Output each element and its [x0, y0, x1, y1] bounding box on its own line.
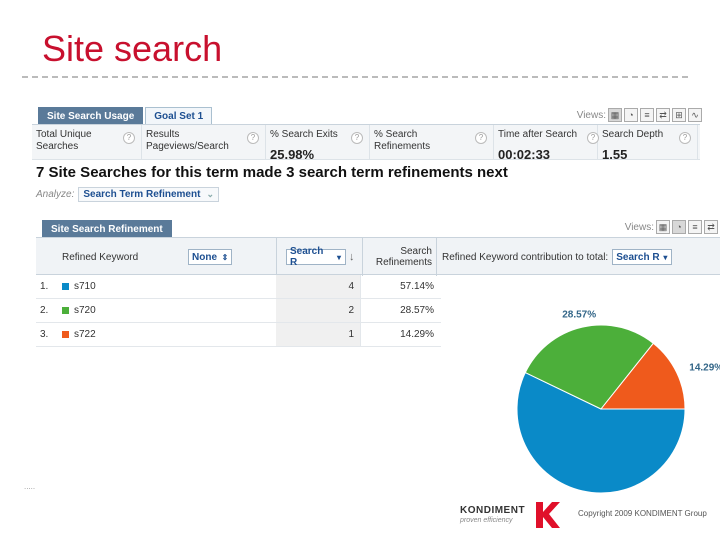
pie-label-s720: 28.57%	[562, 309, 596, 320]
analyze-control: Analyze: Search Term Refinement ⌄	[36, 187, 219, 202]
metric-value: 1.55	[602, 147, 628, 162]
series-swatch	[62, 331, 69, 338]
tab-goal-set-1[interactable]: Goal Set 1	[145, 107, 213, 124]
segment-select[interactable]: None ⇕	[188, 249, 232, 265]
metric-time-after-search: Time after Search 00:02:33 ?	[494, 125, 599, 162]
panel-tabs: Site Search Refinement	[42, 220, 174, 237]
sparkline-view-icon[interactable]: ∿	[688, 108, 702, 122]
row-number: 3.	[40, 329, 49, 340]
logo-name: KONDIMENT	[460, 505, 526, 516]
refined-keyword-link[interactable]: s710	[74, 281, 96, 292]
metric-value: 00:02:33	[498, 147, 551, 162]
col-refined-keyword[interactable]: Refined Keyword	[62, 238, 138, 276]
bar-view-icon[interactable]: ≡	[688, 220, 702, 234]
compare-view-icon[interactable]: ⇄	[656, 108, 670, 122]
report-headline: 7 Site Searches for this term made 3 sea…	[36, 164, 508, 181]
views-label: Views:	[576, 109, 606, 121]
segment-select-value: None	[192, 251, 217, 263]
table-view-icon[interactable]: ▦	[656, 220, 670, 234]
metric-cell: 2	[276, 299, 360, 322]
metric-label: Results Pageviews/Search	[146, 129, 229, 152]
table-body: 1. s710 4 57.14% 2. s720 2 28.57% 3. s72…	[36, 275, 441, 347]
series-swatch	[62, 283, 69, 290]
analytics-screenshot: Site Search Usage Goal Set 1 Views: ▦ ◔ …	[32, 103, 720, 496]
analyze-select[interactable]: Search Term Refinement ⌄	[78, 187, 219, 202]
refinement-panel: Refined Keyword None ⇕ Search R ▾ ↓ Sear…	[36, 237, 720, 496]
metric-select[interactable]: Search R ▾	[286, 246, 346, 268]
analyze-label: Analyze:	[36, 189, 75, 200]
metric-label: Total Unique Searches	[36, 129, 92, 152]
percent-cell: 14.29%	[400, 329, 434, 340]
help-icon[interactable]: ?	[247, 132, 259, 144]
col-search-refinements[interactable]: Search Refinements	[366, 238, 432, 276]
metric-search-depth: Search Depth 1.55 ?	[598, 125, 698, 162]
pie-view-icon[interactable]: ◔	[624, 108, 638, 122]
metric-cell: 1	[276, 323, 360, 346]
row-number: 2.	[40, 305, 49, 316]
table-header: Refined Keyword None ⇕ Search R ▾ ↓ Sear…	[36, 237, 720, 276]
views-label: Views:	[624, 221, 654, 233]
metric-results-pageviews: Results Pageviews/Search ?	[142, 125, 266, 159]
pie-chart-svg: 57.14%28.57%14.29%	[516, 309, 720, 494]
refined-keyword-link[interactable]: s720	[74, 305, 96, 316]
chevron-down-icon: ▾	[337, 252, 342, 262]
help-icon[interactable]: ?	[123, 132, 135, 144]
pie-view-icon[interactable]: ◔	[672, 220, 686, 234]
contribution-label: Refined Keyword contribution to total:	[442, 251, 609, 263]
bar-view-icon[interactable]: ≡	[640, 108, 654, 122]
copyright-text: Copyright 2009 KONDIMENT Group	[578, 509, 707, 518]
refined-keyword-link[interactable]: s722	[74, 329, 96, 340]
table-row[interactable]: 3. s722 1 14.29%	[36, 323, 441, 347]
compare-view-icon[interactable]: ⇄	[704, 220, 718, 234]
tab-site-search-refinement[interactable]: Site Search Refinement	[42, 220, 172, 237]
metric-total-unique-searches: Total Unique Searches ?	[32, 125, 142, 159]
kondiment-logo: KONDIMENT proven efficiency	[460, 500, 560, 530]
table-view-icon[interactable]: ▦	[608, 108, 622, 122]
views-switcher: Views: ▦ ◔ ≡ ⇄ ⊞ ∿	[577, 108, 702, 122]
metrics-bar: Total Unique Searches ? Results Pageview…	[32, 124, 700, 162]
percent-cell: 28.57%	[400, 305, 434, 316]
metric-select-value: Search R	[290, 246, 324, 268]
panel-views-switcher: Views: ▦ ◔ ≡ ⇄	[625, 220, 718, 234]
dotted-divider: .....	[24, 482, 36, 491]
chevron-down-icon: ⇕	[221, 252, 229, 262]
percent-cell: 57.14%	[400, 281, 434, 292]
help-icon[interactable]: ?	[679, 132, 691, 144]
metric-search-refinements: % Search Refinements ?	[370, 125, 494, 159]
tab-site-search-usage[interactable]: Site Search Usage	[38, 107, 144, 124]
chevron-down-icon: ⌄	[206, 189, 214, 199]
pivot-view-icon[interactable]: ⊞	[672, 108, 686, 122]
table-row[interactable]: 2. s720 2 28.57%	[36, 299, 441, 323]
metric-label: Time after Search	[498, 129, 578, 140]
pie-label-s722: 14.29%	[689, 362, 720, 373]
title-divider	[22, 76, 688, 78]
contribution-pie-chart: 57.14%28.57%14.29%	[441, 275, 720, 496]
metric-value: 25.98%	[270, 147, 315, 162]
metric-cell: 4	[276, 275, 360, 298]
analyze-select-value: Search Term Refinement	[83, 189, 201, 200]
kondiment-k-icon	[536, 502, 560, 528]
metric-search-exits: % Search Exits 25.98% ?	[266, 125, 370, 162]
contribution-select[interactable]: Search R ▾	[612, 249, 673, 265]
help-icon[interactable]: ?	[351, 132, 363, 144]
series-swatch	[62, 307, 69, 314]
table-row[interactable]: 1. s710 4 57.14%	[36, 275, 441, 299]
chevron-down-icon: ▾	[663, 252, 668, 262]
metric-label: % Search Refinements	[374, 129, 431, 152]
sort-desc-icon[interactable]: ↓	[349, 251, 355, 263]
metric-label: % Search Exits	[270, 129, 338, 140]
logo-tagline: proven efficiency	[460, 517, 513, 524]
help-icon[interactable]: ?	[475, 132, 487, 144]
slide-title: Site search	[42, 28, 223, 69]
contribution-select-value: Search R	[616, 251, 660, 263]
metric-label: Search Depth	[602, 129, 664, 140]
row-number: 1.	[40, 281, 49, 292]
